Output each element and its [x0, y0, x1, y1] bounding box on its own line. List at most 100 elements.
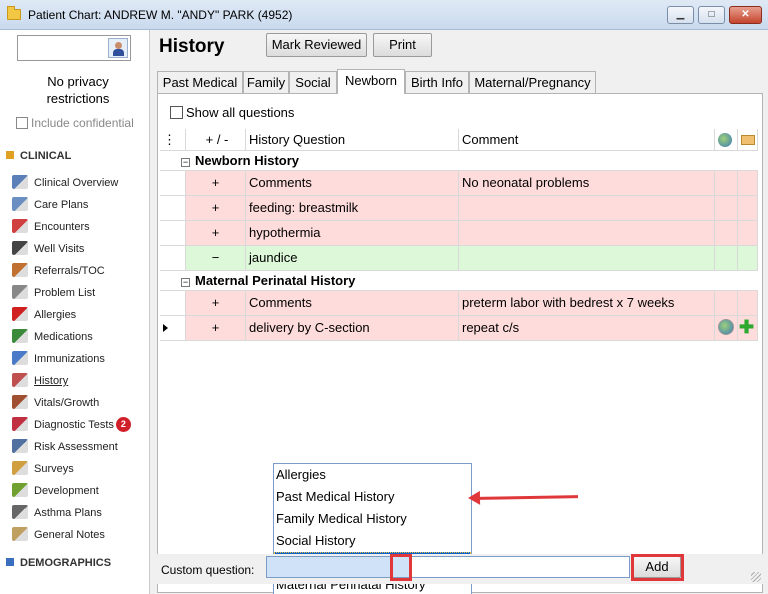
patient-photo-box[interactable] [17, 35, 131, 61]
plus-minus-column-header[interactable]: + / - [186, 129, 246, 150]
table-row[interactable]: + Comments No neonatal problems [160, 171, 758, 196]
sidebar-item-vitals-growth[interactable]: Vitals/Growth [12, 393, 148, 413]
table-row[interactable]: + feeding: breastmilk [160, 196, 758, 221]
plus-minus-cell[interactable]: + [186, 171, 246, 195]
tab-birth-info[interactable]: Birth Info [405, 71, 469, 93]
clinical-section-header[interactable]: CLINICAL [6, 150, 71, 162]
tab-family[interactable]: Family [243, 71, 289, 93]
sidebar-item-care-plans[interactable]: Care Plans [12, 195, 148, 215]
checkbox-icon[interactable] [170, 106, 183, 119]
table-row[interactable]: − jaundice [160, 246, 758, 271]
globe-column-icon[interactable] [715, 129, 738, 150]
group-header-row[interactable]: − Newborn History [160, 151, 758, 171]
globe-cell[interactable] [715, 221, 738, 245]
card-cell[interactable] [738, 291, 758, 315]
grid-row-header-corner[interactable]: ⋮ [160, 129, 186, 150]
sidebar-item-clinical-overview[interactable]: Clinical Overview [12, 173, 148, 193]
globe-cell[interactable] [715, 196, 738, 220]
dropdown-option[interactable]: Family Medical History [274, 508, 471, 530]
sidebar-item-problem-list[interactable]: Problem List [12, 283, 148, 303]
group-header[interactable]: − Newborn History [178, 151, 758, 170]
sidebar-item-immunizations[interactable]: Immunizations [12, 349, 148, 369]
sidebar-item-surveys[interactable]: Surveys [12, 459, 148, 479]
sidebar-item-referrals-toc[interactable]: Referrals/TOC [12, 261, 148, 281]
print-button[interactable]: Print [373, 33, 432, 57]
dropdown-option[interactable]: Allergies [274, 464, 471, 486]
plus-minus-cell[interactable]: + [186, 221, 246, 245]
history-question-cell[interactable]: delivery by C-section [246, 316, 459, 340]
tab-maternal-pregnancy[interactable]: Maternal/Pregnancy [469, 71, 596, 93]
plus-minus-cell[interactable]: − [186, 246, 246, 270]
custom-question-input[interactable] [410, 556, 630, 578]
comment-cell[interactable] [459, 221, 715, 245]
globe-cell[interactable] [715, 246, 738, 270]
minimize-button[interactable]: ▁ [667, 6, 694, 24]
show-all-questions-checkbox[interactable]: Show all questions [170, 105, 294, 120]
comment-column-header[interactable]: Comment [459, 129, 715, 150]
tab-social[interactable]: Social [289, 71, 337, 93]
history-question-cell[interactable]: hypothermia [246, 221, 459, 245]
comment-cell[interactable] [459, 196, 715, 220]
add-plus-icon[interactable]: ✚ [739, 318, 757, 337]
card-cell[interactable] [738, 221, 758, 245]
globe-cell[interactable] [715, 171, 738, 195]
sidebar-item-development[interactable]: Development [12, 481, 148, 501]
sidebar-item-allergies[interactable]: Allergies [12, 305, 148, 325]
sidebar-item-asthma-plans[interactable]: Asthma Plans [12, 503, 148, 523]
sidebar-item-encounters[interactable]: Encounters [12, 217, 148, 237]
checkbox-icon[interactable] [16, 117, 28, 129]
row-selector[interactable] [160, 221, 186, 245]
demographics-section-header[interactable]: DEMOGRAPHICS [6, 557, 111, 569]
history-question-cell[interactable]: Comments [246, 291, 459, 315]
globe-cell[interactable] [715, 291, 738, 315]
mark-reviewed-button[interactable]: Mark Reviewed [266, 33, 367, 57]
sidebar-item-general-notes[interactable]: General Notes [12, 525, 148, 545]
history-question-cell[interactable]: feeding: breastmilk [246, 196, 459, 220]
globe-cell[interactable] [715, 316, 738, 340]
comment-cell[interactable]: No neonatal problems [459, 171, 715, 195]
history-question-cell[interactable]: Comments [246, 171, 459, 195]
card-cell[interactable] [738, 196, 758, 220]
include-confidential-checkbox[interactable]: Include confidential [16, 116, 134, 130]
close-button[interactable]: ✕ [729, 6, 762, 24]
history-question-column-header[interactable]: History Question [246, 129, 459, 150]
collapse-toggle-icon[interactable]: − [181, 158, 190, 167]
group-header[interactable]: − Maternal Perinatal History [178, 271, 758, 290]
tab-past-medical[interactable]: Past Medical [157, 71, 243, 93]
group-header-row[interactable]: − Maternal Perinatal History [160, 271, 758, 291]
comment-cell[interactable]: preterm labor with bedrest x 7 weeks [459, 291, 715, 315]
dropdown-arrow-highlight[interactable] [390, 554, 412, 581]
dropdown-option[interactable]: Social History [274, 530, 471, 552]
collapse-toggle-icon[interactable]: − [181, 278, 190, 287]
row-selector[interactable] [160, 196, 186, 220]
plus-minus-cell[interactable]: + [186, 291, 246, 315]
card-cell[interactable] [738, 246, 758, 270]
sidebar-item-diagnostic-tests[interactable]: Diagnostic Tests 2 [12, 415, 148, 435]
dropdown-option[interactable]: Past Medical History [274, 486, 471, 508]
sidebar-item-well-visits[interactable]: Well Visits [12, 239, 148, 259]
sidebar-item-medications[interactable]: Medications [12, 327, 148, 347]
patient-avatar-icon[interactable] [108, 38, 128, 58]
resize-grip[interactable] [751, 572, 761, 582]
card-cell[interactable] [738, 171, 758, 195]
custom-question-type-select[interactable] [266, 556, 410, 578]
card-cell[interactable]: ✚ [738, 316, 758, 340]
sidebar-item-history[interactable]: History [12, 371, 148, 391]
comment-cell[interactable] [459, 246, 715, 270]
comment-cell[interactable]: repeat c/s [459, 316, 715, 340]
table-row[interactable]: + hypothermia [160, 221, 758, 246]
row-selector[interactable] [160, 291, 186, 315]
plus-minus-cell[interactable]: + [186, 196, 246, 220]
globe-icon[interactable] [718, 319, 734, 335]
table-row[interactable]: + delivery by C-section repeat c/s ✚ [160, 316, 758, 341]
card-column-icon[interactable] [738, 129, 758, 150]
table-row[interactable]: + Comments preterm labor with bedrest x 7 … [160, 291, 758, 316]
sidebar-item-risk-assessment[interactable]: Risk Assessment [12, 437, 148, 457]
plus-minus-cell[interactable]: + [186, 316, 246, 340]
maximize-button[interactable]: □ [698, 6, 725, 24]
row-selector[interactable] [160, 316, 186, 340]
row-selector[interactable] [160, 246, 186, 270]
tab-newborn[interactable]: Newborn [337, 69, 405, 94]
row-selector[interactable] [160, 171, 186, 195]
history-question-cell[interactable]: jaundice [246, 246, 459, 270]
